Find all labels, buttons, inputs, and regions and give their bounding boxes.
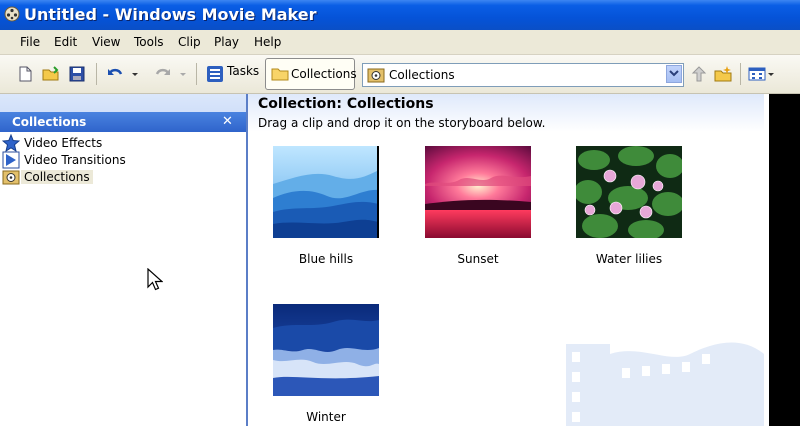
open-project-icon[interactable] <box>42 65 60 83</box>
blue-hills-thumbnail <box>273 146 379 238</box>
collections-icon <box>2 170 20 185</box>
collections-dropdown-value: Collections <box>389 68 455 82</box>
chevron-down-icon <box>669 70 679 77</box>
menu-help[interactable]: Help <box>254 35 281 49</box>
collections-button[interactable]: Collections <box>265 58 357 90</box>
tasks-button[interactable]: Tasks <box>227 64 259 84</box>
movie-maker-app-icon[interactable] <box>4 6 20 22</box>
clip-caption: Water lilies <box>595 252 663 266</box>
pane-header-title: Collections <box>12 115 87 129</box>
winter-thumbnail <box>273 304 379 396</box>
collections-button-label: Collections <box>291 67 357 81</box>
folder-icon <box>271 68 289 81</box>
transition-icon <box>2 151 20 169</box>
tree-item-video-effects[interactable]: Video Effects <box>2 134 242 152</box>
clip-sunset[interactable]: Sunset <box>403 146 553 276</box>
collection-title: Collection: Collections <box>258 96 434 112</box>
clip-caption: Winter <box>306 410 346 424</box>
clip-water-lilies[interactable]: Water lilies <box>554 146 704 276</box>
collection-instructions: Drag a clip and drop it on the storyboar… <box>258 116 546 130</box>
right-edge-panel <box>764 94 800 426</box>
menu-file[interactable]: File <box>20 35 40 49</box>
window-title: Untitled - Windows Movie Maker <box>24 5 317 24</box>
menu-view[interactable]: View <box>92 35 120 49</box>
tree-item-collections[interactable]: Collections <box>2 168 242 186</box>
redo-dropdown-icon[interactable] <box>178 65 188 83</box>
new-folder-icon[interactable] <box>714 65 732 83</box>
tree-item-video-transitions[interactable]: Video Transitions <box>2 151 242 169</box>
film-strip-watermark-icon <box>566 342 764 426</box>
redo-icon[interactable] <box>154 65 172 83</box>
content-header: Collection: Collections Drag a clip and … <box>248 94 764 132</box>
clip-caption: Sunset <box>457 252 499 266</box>
water-lilies-thumbnail <box>576 146 682 238</box>
menu-bar: File Edit View Tools Clip Play Help <box>0 30 800 55</box>
clip-caption: Blue hills <box>298 252 354 266</box>
collections-icon <box>367 68 385 83</box>
tasks-icon[interactable] <box>206 65 224 83</box>
clip-winter[interactable]: Winter <box>251 304 401 426</box>
scrollbar-edge[interactable] <box>764 94 769 426</box>
toolbar-separator <box>740 63 741 85</box>
new-project-icon[interactable] <box>16 65 34 83</box>
star-icon <box>2 134 20 152</box>
collections-dropdown[interactable]: Collections <box>362 63 684 87</box>
views-icon[interactable] <box>748 65 776 83</box>
toolbar-separator <box>96 63 97 85</box>
menu-edit[interactable]: Edit <box>54 35 77 49</box>
toolbar-separator <box>196 63 197 85</box>
collections-pane-header: Collections ✕ <box>0 94 246 132</box>
mouse-cursor-icon <box>147 268 163 291</box>
collections-pane: Collections ✕ Video Effects Video Transi… <box>0 94 248 426</box>
title-bar: Untitled - Windows Movie Maker <box>0 0 800 30</box>
clip-blue-hills[interactable]: Blue hills <box>251 146 401 276</box>
tree-item-label: Video Transitions <box>24 153 126 167</box>
toolbar: Tasks Collections Collections <box>0 55 800 94</box>
collection-content-pane: Collection: Collections Drag a clip and … <box>248 94 764 426</box>
close-icon[interactable]: ✕ <box>222 114 233 129</box>
sunset-thumbnail <box>425 146 531 238</box>
save-project-icon[interactable] <box>68 65 86 83</box>
menu-clip[interactable]: Clip <box>178 35 201 49</box>
tree-item-label: Video Effects <box>24 136 103 150</box>
undo-dropdown-icon[interactable] <box>130 65 140 83</box>
menu-tools[interactable]: Tools <box>134 35 164 49</box>
undo-icon[interactable] <box>106 65 124 83</box>
up-one-level-icon[interactable] <box>690 65 708 83</box>
tree-item-label: Collections <box>21 170 93 184</box>
dropdown-arrow-button[interactable] <box>666 65 682 83</box>
menu-play[interactable]: Play <box>214 35 239 49</box>
